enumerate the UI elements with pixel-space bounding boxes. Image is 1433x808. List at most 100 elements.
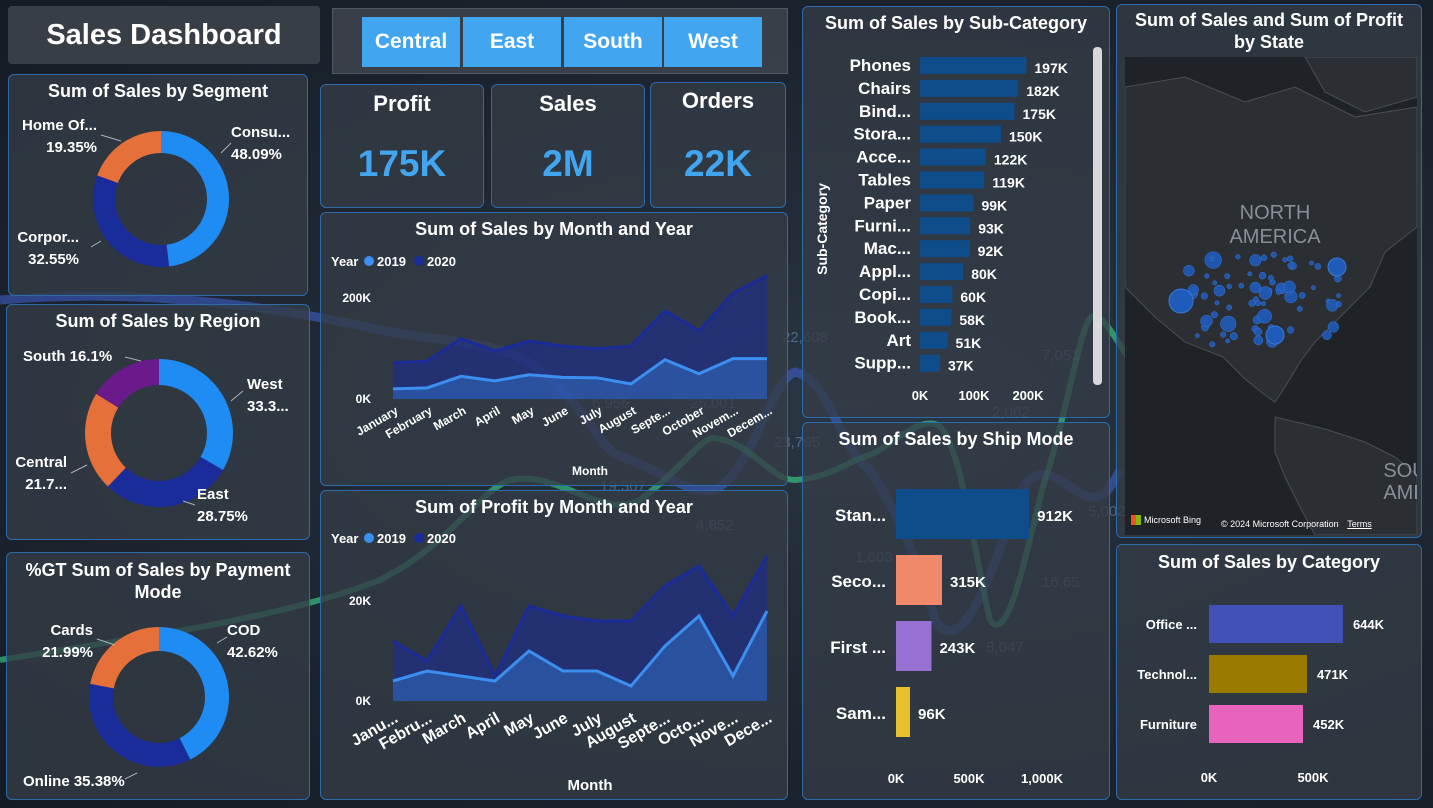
donut-slice-central[interactable] <box>85 393 126 487</box>
state-bubble[interactable] <box>1220 331 1227 338</box>
subcategory-bar[interactable] <box>920 57 1027 74</box>
state-bubble[interactable] <box>1287 255 1294 262</box>
state-bubble[interactable] <box>1212 280 1218 286</box>
state-bubble[interactable] <box>1258 271 1267 280</box>
shipmode-bar[interactable] <box>896 687 911 737</box>
subcategory-bar[interactable] <box>920 308 952 326</box>
slicer-button-south[interactable]: South <box>564 17 662 67</box>
state-bubble-large[interactable] <box>1327 257 1347 277</box>
state-bubble-large[interactable] <box>1168 288 1194 314</box>
donut-slice-cards[interactable] <box>90 627 159 689</box>
state-bubble[interactable] <box>1209 256 1215 262</box>
state-bubble[interactable] <box>1220 315 1237 332</box>
legend-label-2019[interactable]: 2019 <box>377 531 406 546</box>
subcategory-bar[interactable] <box>920 286 953 303</box>
shipmode-bar[interactable] <box>896 555 942 605</box>
category-bar[interactable] <box>1209 705 1304 743</box>
state-bubble[interactable] <box>1257 308 1272 324</box>
state-bubble[interactable] <box>1229 332 1238 341</box>
state-bubble[interactable] <box>1287 262 1294 269</box>
legend-marker-2020[interactable] <box>414 256 424 266</box>
subcategory-bar[interactable] <box>920 354 940 372</box>
shipmode-bar[interactable] <box>896 621 932 671</box>
state-bubble[interactable] <box>1260 254 1268 261</box>
subcategory-panel[interactable]: Sum of Sales by Sub-Category Phones 197K C… <box>802 6 1110 418</box>
map-canvas[interactable]: NORTH AMERICA SOU AME Microsoft Bing © 2… <box>1125 57 1417 535</box>
kpi-card-sales[interactable]: Sales 2M <box>491 84 645 208</box>
state-bubble[interactable] <box>1261 301 1266 306</box>
state-bubble[interactable] <box>1213 284 1226 297</box>
state-bubble[interactable] <box>1275 289 1282 295</box>
state-bubble[interactable] <box>1224 273 1231 280</box>
state-bubble[interactable] <box>1268 275 1274 281</box>
state-bubble[interactable] <box>1258 286 1273 300</box>
shipmode-bar[interactable] <box>896 489 1030 539</box>
state-bubble[interactable] <box>1200 314 1213 328</box>
donut-slice-corpor[interactable] <box>93 175 170 267</box>
state-bubble[interactable] <box>1214 300 1220 306</box>
subcategory-bar[interactable] <box>920 171 985 189</box>
donut-slice-home-of[interactable] <box>97 131 161 184</box>
state-bubble[interactable] <box>1209 341 1216 348</box>
sales-month-panel[interactable]: Sum of Sales by Month and Year Year 2019 2… <box>320 212 788 486</box>
legend-marker-2020[interactable] <box>414 533 424 543</box>
slicer-button-east[interactable]: East <box>463 17 561 67</box>
state-bubble[interactable] <box>1298 292 1306 299</box>
state-bubble[interactable] <box>1204 273 1210 279</box>
state-bubble[interactable] <box>1225 338 1230 344</box>
shipmode-panel[interactable]: Sum of Sales by Ship Mode Stan... 912K Sec… <box>802 422 1110 800</box>
donut-slice-online[interactable] <box>89 683 191 767</box>
state-bubble[interactable] <box>1287 326 1295 334</box>
subcategory-bar[interactable] <box>920 148 986 166</box>
segment-donut-panel[interactable]: Sum of Sales by Segment Consu... 48.09% Co… <box>8 74 308 296</box>
state-bubble[interactable] <box>1327 321 1339 333</box>
subcategory-bar[interactable] <box>920 331 948 349</box>
state-bubble[interactable] <box>1322 330 1332 341</box>
state-bubble[interactable] <box>1210 311 1218 319</box>
state-bubble[interactable] <box>1314 263 1322 270</box>
state-bubble[interactable] <box>1255 300 1261 307</box>
category-panel[interactable]: Sum of Sales by Category Office ... 644K T… <box>1116 544 1422 800</box>
state-bubble[interactable] <box>1309 260 1314 266</box>
donut-slice-consu[interactable] <box>161 131 229 267</box>
legend-label-2020[interactable]: 2020 <box>427 531 456 546</box>
subcategory-bar[interactable] <box>920 240 970 258</box>
donut-slice-west[interactable] <box>159 359 233 471</box>
state-bubble[interactable] <box>1195 333 1200 338</box>
state-bubble[interactable] <box>1200 292 1208 300</box>
state-bubble[interactable] <box>1238 282 1245 289</box>
subcategory-bar[interactable] <box>920 217 971 235</box>
state-bubble[interactable] <box>1282 257 1288 263</box>
state-bubble[interactable] <box>1253 335 1264 346</box>
region-donut-panel[interactable]: Sum of Sales by Region West 33.3... East 28… <box>6 304 310 540</box>
subcategory-bar[interactable] <box>920 263 964 281</box>
legend-label-2020[interactable]: 2020 <box>427 254 456 269</box>
legend-marker-2019[interactable] <box>364 533 374 543</box>
state-bubble[interactable] <box>1247 271 1253 277</box>
legend-label-2019[interactable]: 2019 <box>377 254 406 269</box>
slicer-button-central[interactable]: Central <box>362 17 460 67</box>
subcategory-bar[interactable] <box>920 194 974 212</box>
state-bubble-large[interactable] <box>1265 325 1285 345</box>
donut-slice-cod[interactable] <box>159 627 229 760</box>
state-bubble[interactable] <box>1335 301 1342 308</box>
slicer-button-west[interactable]: West <box>664 17 762 67</box>
legend-marker-2019[interactable] <box>364 256 374 266</box>
state-bubble[interactable] <box>1253 327 1263 337</box>
state-bubble[interactable] <box>1296 305 1303 312</box>
kpi-card-orders[interactable]: Orders 22K <box>650 82 786 208</box>
category-bar[interactable] <box>1209 655 1307 693</box>
state-bubble[interactable] <box>1270 251 1277 258</box>
state-bubble[interactable] <box>1235 254 1241 260</box>
state-bubble[interactable] <box>1336 293 1341 298</box>
profit-month-panel[interactable]: Sum of Profit by Month and Year Year 2019… <box>320 490 788 800</box>
subcategory-scrollbar[interactable] <box>1093 47 1102 385</box>
state-bubble[interactable] <box>1248 299 1256 307</box>
state-bubble[interactable] <box>1249 254 1262 267</box>
subcategory-bar[interactable] <box>920 125 1001 143</box>
state-bubble[interactable] <box>1226 283 1232 290</box>
state-bubble[interactable] <box>1183 265 1195 277</box>
kpi-card-profit[interactable]: Profit 175K <box>320 84 484 208</box>
terms-link[interactable]: Terms <box>1347 519 1372 529</box>
state-bubble[interactable] <box>1311 285 1316 291</box>
